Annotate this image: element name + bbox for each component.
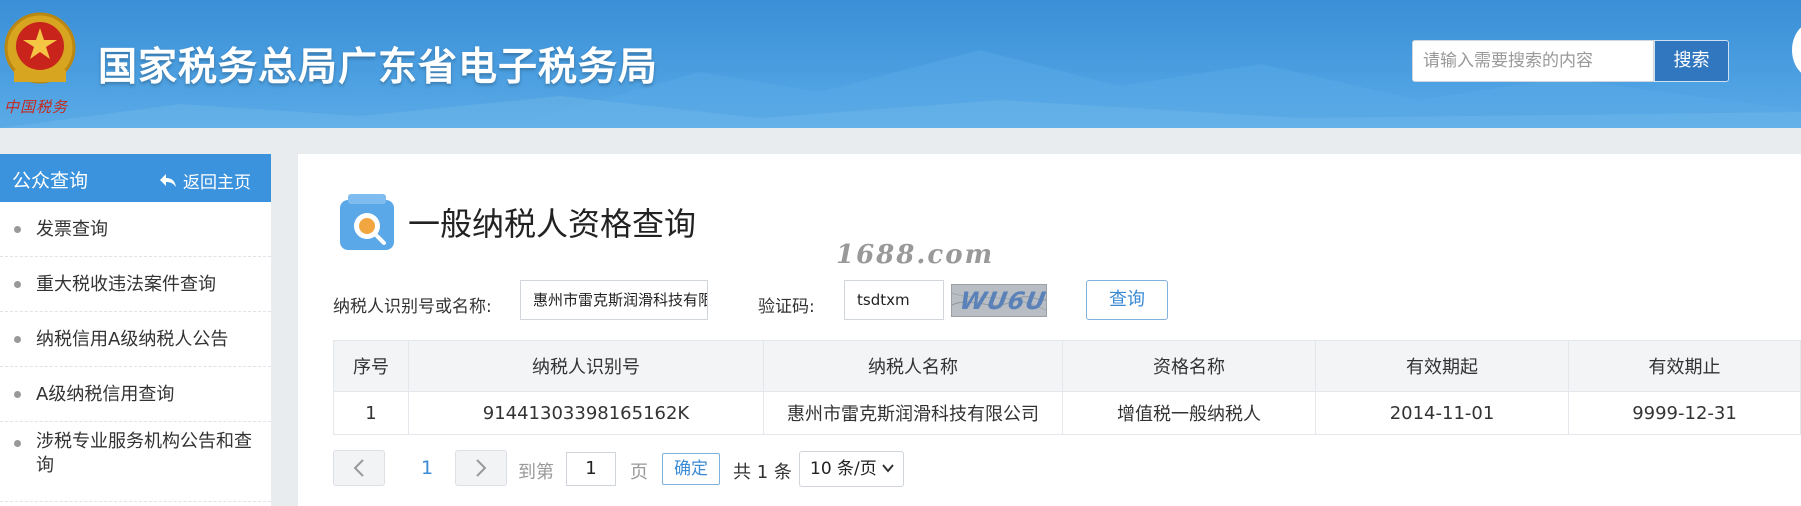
goto-page-input[interactable]: 1 — [566, 452, 616, 486]
bullet-icon — [14, 226, 21, 233]
sidebar-item-credit-a-notice[interactable]: 纳税信用A级纳税人公告 — [0, 312, 271, 367]
back-home-link[interactable]: 返回主页 — [159, 168, 251, 193]
bullet-icon — [14, 391, 21, 398]
bullet-icon — [14, 440, 21, 447]
table-cell: 91441303398165162K — [408, 391, 764, 435]
sidebar-header: 公众查询 返回主页 — [0, 154, 271, 202]
sidebar-item-invoice-query[interactable]: 发票查询 — [0, 202, 271, 257]
captcha-label: 验证码: — [758, 297, 815, 317]
header: 中国税务 国家税务总局广东省电子税务局 请输入需要搜索的内容 搜索 — [0, 0, 1801, 128]
tax-emblem-icon — [4, 12, 76, 84]
chevron-left-icon — [353, 459, 364, 477]
page-size-select[interactable]: 10 条/页 — [799, 451, 904, 487]
sidebar-item-tax-service-agency[interactable]: 涉税专业服务机构公告和查询 — [0, 422, 271, 502]
bullet-icon — [14, 281, 21, 288]
goto-label: 到第 — [518, 462, 554, 483]
query-button[interactable]: 查询 — [1086, 280, 1168, 320]
column-header: 有效期止 — [1568, 340, 1801, 392]
table-cell: 1 — [333, 391, 409, 435]
taxpayer-input[interactable]: 惠州市雷克斯润滑科技有限公司 — [520, 280, 708, 320]
table-cell: 增值税一般纳税人 — [1062, 391, 1316, 435]
captcha-input[interactable]: tsdtxm — [844, 280, 944, 320]
back-home-label: 返回主页 — [183, 173, 251, 193]
site-title: 国家税务总局广东省电子税务局 — [98, 45, 659, 90]
sidebar-item-credit-a-query[interactable]: A级纳税信用查询 — [0, 367, 271, 422]
sidebar: 公众查询 返回主页 发票查询 重大税收违法案件查询 纳税信用A级纳税人公告 A级… — [0, 154, 271, 506]
bullet-icon — [14, 336, 21, 343]
table-cell: 惠州市雷克斯润滑科技有限公司 — [763, 391, 1063, 435]
captcha-image[interactable]: WU6U6N — [951, 284, 1047, 317]
table-header-row: 序号 纳税人识别号 纳税人名称 资格名称 有效期起 有效期止 — [333, 340, 1801, 392]
back-arrow-icon — [160, 173, 176, 187]
emblem-text: 中国税务 — [4, 98, 69, 116]
chevron-right-icon — [476, 459, 487, 477]
table-cell: 2014-11-01 — [1315, 391, 1569, 435]
results-table: 序号 纳税人识别号 纳税人名称 资格名称 有效期起 有效期止 1 9144130… — [333, 340, 1801, 435]
chevron-down-icon — [881, 452, 895, 499]
sidebar-item-label: 发票查询 — [36, 219, 108, 240]
current-page[interactable]: 1 — [421, 457, 433, 479]
total-count: 共 1 条 — [733, 462, 792, 483]
search-button[interactable]: 搜索 — [1654, 40, 1729, 82]
next-page-button[interactable] — [455, 450, 507, 486]
sidebar-title: 公众查询 — [12, 170, 89, 192]
prev-page-button[interactable] — [333, 450, 385, 486]
sidebar-item-label: 纳税信用A级纳税人公告 — [36, 329, 229, 350]
main-panel: 一般纳税人资格查询 1688.com 纳税人识别号或名称: 惠州市雷克斯润滑科技… — [298, 154, 1801, 506]
taxpayer-label: 纳税人识别号或名称: — [333, 297, 492, 317]
sidebar-item-label: 涉税专业服务机构公告和查询 — [36, 431, 252, 476]
column-header: 纳税人名称 — [763, 340, 1063, 392]
table-row: 1 91441303398165162K 惠州市雷克斯润滑科技有限公司 增值税一… — [333, 391, 1801, 435]
page-title: 一般纳税人资格查询 — [408, 205, 697, 243]
table-cell: 9999-12-31 — [1568, 391, 1801, 435]
sidebar-item-label: 重大税收违法案件查询 — [36, 274, 216, 295]
search-input[interactable]: 请输入需要搜索的内容 — [1412, 40, 1654, 82]
search-document-icon — [340, 194, 394, 250]
column-header: 纳税人识别号 — [408, 340, 764, 392]
watermark: 1688.com — [836, 240, 995, 270]
sidebar-item-major-violation[interactable]: 重大税收违法案件查询 — [0, 257, 271, 312]
column-header: 有效期起 — [1315, 340, 1569, 392]
page-suffix: 页 — [630, 462, 648, 483]
column-header: 资格名称 — [1062, 340, 1316, 392]
goto-confirm-button[interactable]: 确定 — [662, 453, 720, 485]
captcha-text: WU6U6N — [957, 287, 1047, 315]
column-header: 序号 — [333, 340, 409, 392]
page-size-value: 10 条/页 — [810, 459, 877, 479]
sidebar-item-label: A级纳税信用查询 — [36, 384, 175, 405]
